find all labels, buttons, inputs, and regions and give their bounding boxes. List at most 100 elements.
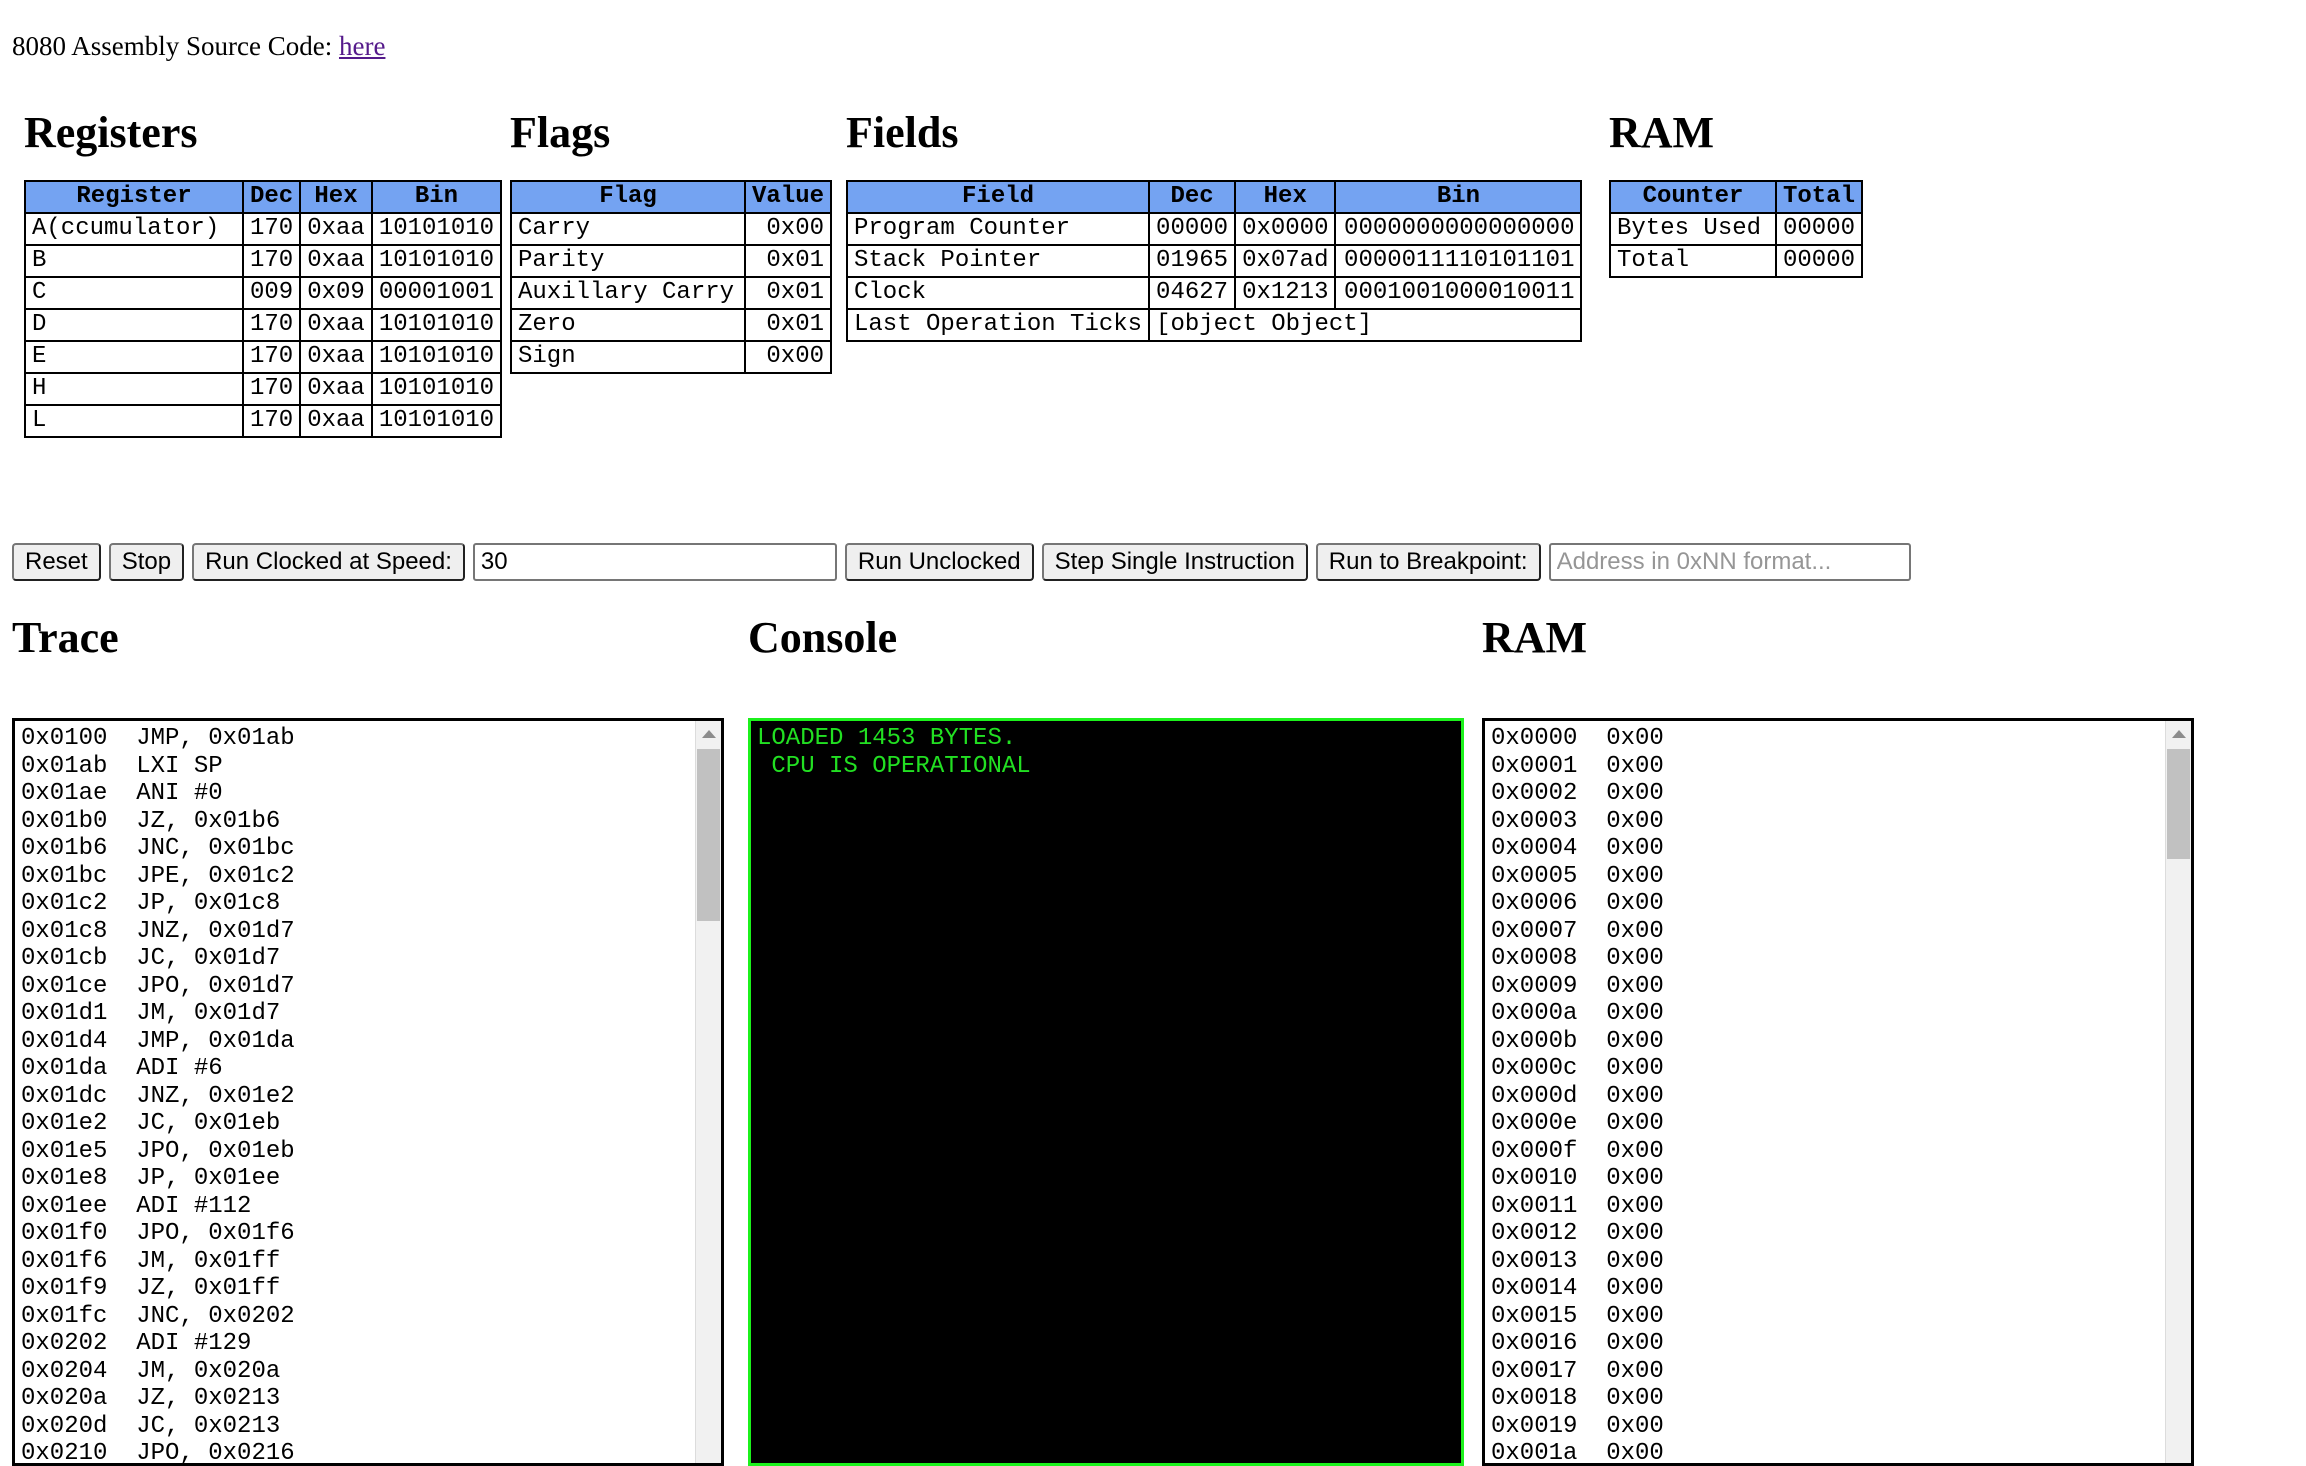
registers-cell: 170: [241, 308, 302, 342]
registers-cell: 00001001: [370, 276, 503, 310]
ram-line: 0x0009 0x00: [1491, 972, 1664, 1000]
fields-last-op-label: Last Operation Ticks: [845, 308, 1151, 342]
speed-input[interactable]: [472, 543, 837, 581]
ram-scrollbar[interactable]: [2165, 721, 2191, 1463]
fields-col-field: Field: [845, 180, 1151, 214]
console-heading: Console: [748, 613, 898, 662]
table-row: Zero 0x01: [510, 308, 833, 342]
scroll-up-arrow-icon[interactable]: [2166, 723, 2191, 745]
trace-line: 0x01e5 JPO, 0x01eb: [21, 1137, 295, 1165]
ram-line: 0x0008 0x00: [1491, 945, 1664, 972]
table-row: Total 00000: [1609, 244, 1864, 278]
ram-top-heading: RAM: [1609, 108, 1715, 157]
flags-cell: Carry: [510, 212, 746, 246]
registers-cell: 0xaa: [299, 404, 373, 438]
console-line: CPU IS OPERATIONAL: [757, 752, 1031, 780]
breakpoint-input[interactable]: [1548, 543, 1911, 581]
stop-button[interactable]: Stop: [108, 543, 185, 581]
trace-line: 0x01d1 JM, 0x01d7: [21, 1000, 281, 1027]
flags-cell: 0x00: [743, 212, 833, 246]
panes-row: 0x0100 JMP, 0x01ab 0x01ab LXI SP 0x01ae AN…: [0, 718, 2306, 1466]
console-output: LOADED 1453 BYTES. CPU IS OPERATIONAL: [751, 721, 1461, 780]
trace-line: 0x01ce JPO, 0x01d7: [21, 972, 295, 1000]
registers-col-dec: Dec: [241, 180, 302, 214]
registers-cell: H: [24, 372, 244, 406]
controls-toolbar: Reset Stop Run Clocked at Speed: Run Unc…: [12, 543, 1911, 581]
ram-line: 0x0007 0x00: [1491, 917, 1664, 945]
ram-line: 0x0000 0x00: [1491, 725, 1664, 752]
registers-cell: 0x09: [299, 276, 373, 310]
reset-button[interactable]: Reset: [12, 543, 101, 581]
ram-line: 0x000e 0x00: [1491, 1110, 1664, 1137]
flags-heading: Flags: [510, 108, 611, 157]
ram-line: 0x0001 0x00: [1491, 752, 1664, 780]
fields-col-hex: Hex: [1234, 180, 1337, 214]
trace-line: 0x020d JC, 0x0213: [21, 1412, 281, 1440]
trace-line: 0x01dc JNZ, 0x01e2: [21, 1082, 295, 1110]
ram-line: 0x0004 0x00: [1491, 835, 1664, 862]
trace-pane[interactable]: 0x0100 JMP, 0x01ab 0x01ab LXI SP 0x01ae AN…: [12, 718, 724, 1466]
table-row: Clock 04627 0x1213 0001001000010011: [845, 276, 1583, 310]
trace-line: 0x01c2 JP, 0x01c8: [21, 890, 281, 917]
trace-line: 0x0210 JPO, 0x0216: [21, 1440, 295, 1466]
ram-line: 0x0017 0x00: [1491, 1357, 1664, 1385]
run-to-breakpoint-button[interactable]: Run to Breakpoint:: [1315, 543, 1541, 581]
ram-line: 0x0005 0x00: [1491, 862, 1664, 890]
trace-line: 0x0204 JM, 0x020a: [21, 1357, 281, 1385]
registers-cell: 10101010: [370, 244, 503, 278]
fields-cell: 00000: [1148, 212, 1237, 246]
registers-cell: 0xaa: [299, 340, 373, 374]
ram-line: 0x0011 0x00: [1491, 1192, 1664, 1220]
ram-scrollbar-thumb[interactable]: [2167, 749, 2190, 859]
trace-line: 0x01fc JNC, 0x0202: [21, 1302, 295, 1330]
fields-cell: 0x0000: [1234, 212, 1337, 246]
registers-table-header-row: Register Dec Hex Bin: [24, 180, 503, 214]
scroll-up-arrow-icon[interactable]: [696, 723, 721, 745]
fields-table-header-row: Field Dec Hex Bin: [845, 180, 1583, 214]
run-unclocked-button[interactable]: Run Unclocked: [844, 543, 1034, 581]
source-code-link[interactable]: here: [339, 31, 385, 61]
fields-col-bin: Bin: [1334, 180, 1583, 214]
flags-cell: 0x01: [743, 276, 833, 310]
trace-scrollbar-thumb[interactable]: [697, 749, 720, 921]
registers-cell: 10101010: [370, 340, 503, 374]
emulator-page: 8080 Assembly Source Code: here Register…: [0, 0, 2306, 1466]
table-row: Carry 0x00: [510, 212, 833, 246]
trace-scrollbar[interactable]: [695, 721, 721, 1463]
ram-line: 0x000f 0x00: [1491, 1137, 1664, 1165]
registers-cell: 170: [241, 340, 302, 374]
registers-cell: 170: [241, 212, 302, 246]
registers-col-bin: Bin: [370, 180, 503, 214]
table-row: Auxillary Carry 0x01: [510, 276, 833, 310]
registers-cell: 170: [241, 244, 302, 278]
ram-line: 0x0003 0x00: [1491, 807, 1664, 835]
table-row: B 170 0xaa 10101010: [24, 244, 503, 278]
table-row: Parity 0x01: [510, 244, 833, 278]
registers-col-register: Register: [24, 180, 244, 214]
ram-pane[interactable]: 0x0000 0x00 0x0001 0x00 0x0002 0x00 0x0003 …: [1482, 718, 2194, 1466]
ram-line: 0x000b 0x00: [1491, 1027, 1664, 1055]
trace-line: 0x020a JZ, 0x0213: [21, 1385, 281, 1412]
ram-line: 0x000a 0x00: [1491, 1000, 1664, 1027]
table-row: A(ccumulator) 170 0xaa 10101010: [24, 212, 503, 246]
ram-list: 0x0000 0x00 0x0001 0x00 0x0002 0x00 0x0003 …: [1485, 721, 2177, 1463]
trace-line: 0x01da ADI #6: [21, 1055, 223, 1082]
registers-table: Register Dec Hex Bin A(ccumulator) 170 0xa…: [24, 180, 503, 438]
console-pane[interactable]: LOADED 1453 BYTES. CPU IS OPERATIONAL: [748, 718, 1464, 1466]
ram-counter-cell: Bytes Used: [1609, 212, 1777, 246]
registers-cell: 10101010: [370, 404, 503, 438]
run-clocked-button[interactable]: Run Clocked at Speed:: [192, 543, 465, 581]
table-row: E 170 0xaa 10101010: [24, 340, 503, 374]
ram-counter-col-counter: Counter: [1609, 180, 1777, 214]
flags-cell: 0x01: [743, 308, 833, 342]
source-code-line: 8080 Assembly Source Code: here: [12, 30, 2294, 62]
step-single-instruction-button[interactable]: Step Single Instruction: [1041, 543, 1308, 581]
trace-line: 0x01cb JC, 0x01d7: [21, 945, 281, 972]
trace-line: 0x01ee ADI #112: [21, 1192, 252, 1220]
fields-table-body: Program Counter 00000 0x0000 00000000000000…: [845, 212, 1583, 342]
flags-cell: Zero: [510, 308, 746, 342]
table-row: C 009 0x09 00001001: [24, 276, 503, 310]
flags-cell: 0x01: [743, 244, 833, 278]
registers-cell: 10101010: [370, 212, 503, 246]
registers-cell: 0xaa: [299, 308, 373, 342]
